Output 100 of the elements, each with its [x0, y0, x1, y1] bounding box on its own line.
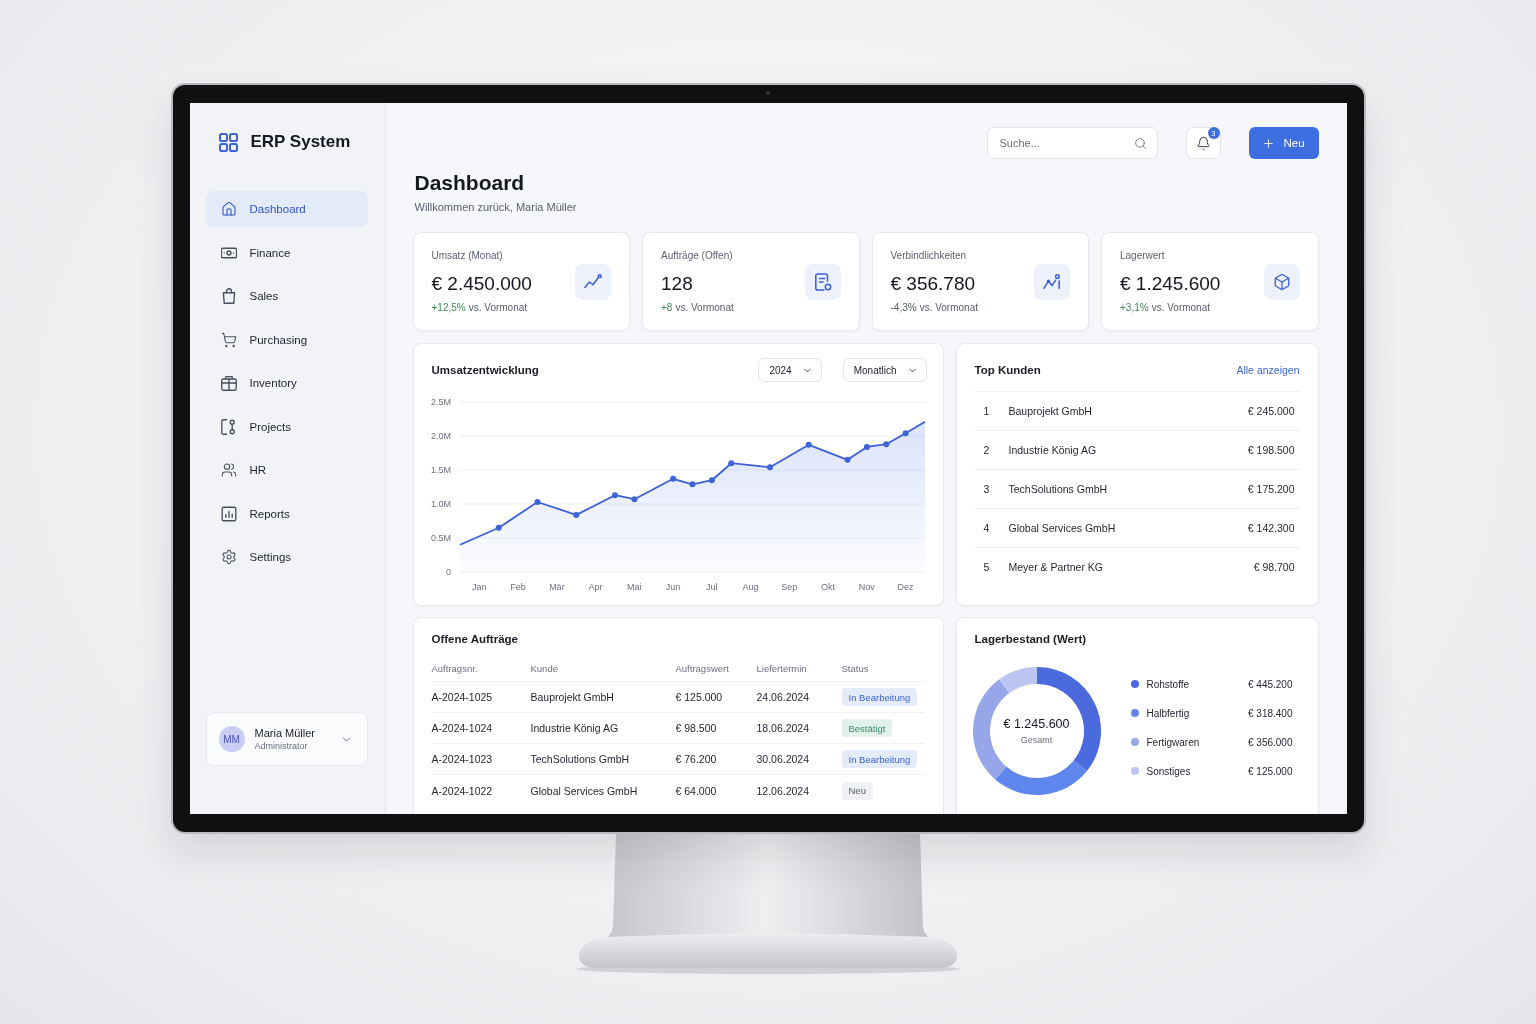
search-field[interactable]: Suche... — [986, 127, 1158, 159]
avatar: MM — [218, 726, 245, 752]
kpi-delta: +3,1% — [1120, 300, 1149, 315]
app-name: ERP System — [250, 132, 351, 152]
customer-value: € 198.500 — [1247, 444, 1295, 456]
nav-item[interactable]: Purchasing — [205, 321, 368, 358]
bell-icon — [1195, 135, 1211, 151]
nav-item[interactable]: Settings — [205, 539, 368, 575]
axis-label: Apr — [588, 582, 603, 592]
document-icon — [804, 263, 841, 300]
rank: 4 — [983, 522, 991, 534]
kpi-note: vs. Vormonat — [675, 300, 734, 315]
nav-item[interactable]: HR — [205, 452, 368, 488]
card-title: Umsatzentwicklung — [431, 363, 540, 377]
user-role: Administrator — [254, 741, 309, 751]
legend-value: € 318.400 — [1248, 707, 1293, 719]
axis-label: Jul — [705, 582, 718, 592]
nav-item[interactable]: Projects — [205, 408, 368, 445]
rank: 2 — [983, 444, 991, 456]
new-button[interactable]: Neu — [1248, 127, 1319, 159]
nav-item[interactable]: Reports — [205, 495, 368, 532]
kpi-delta: +12,5% — [431, 300, 466, 315]
table-cell: € 98.500 — [675, 713, 757, 744]
view-all-link[interactable]: Alle anzeigen — [1236, 364, 1300, 376]
data-point — [534, 498, 540, 505]
axis-label: Aug — [742, 582, 759, 592]
status-badge: Neu — [841, 781, 873, 800]
nav-item[interactable]: Finance — [205, 234, 368, 271]
data-point — [495, 524, 502, 531]
search-icon — [1133, 136, 1147, 150]
period-select[interactable]: Monatlich — [842, 358, 927, 382]
kpi-value: € 1.245.600 — [1120, 272, 1221, 295]
axis-label: Jun — [665, 582, 680, 592]
axis-label: Feb — [509, 582, 526, 592]
table-cell-text: A-2024-1022 — [431, 783, 494, 799]
nav-item[interactable]: Inventory — [205, 365, 368, 401]
axis-label: 2.0M — [430, 431, 451, 441]
customer-value: € 98.700 — [1253, 561, 1295, 573]
data-point — [708, 477, 715, 484]
cube-icon — [1263, 263, 1300, 300]
table-cell: TechSolutions GmbH — [530, 744, 676, 775]
data-point — [630, 496, 637, 503]
table-cell-text: € 64.000 — [675, 783, 718, 799]
page-subtitle: Willkommen zurück, Maria Müller — [414, 200, 578, 214]
kpi-note: vs. Vormonat — [1151, 300, 1210, 315]
table-cell: A-2024-1025 — [431, 682, 531, 713]
year-select[interactable]: 2024 — [758, 358, 822, 382]
axis-label: 1.0M — [430, 499, 451, 509]
briefcase-icon — [220, 375, 237, 391]
camera-icon — [766, 91, 770, 95]
kpi-label: Umsatz (Monat) — [431, 248, 504, 263]
data-point — [572, 511, 579, 518]
customer-name: TechSolutions GmbH — [1008, 483, 1109, 495]
customer-value: € 245.000 — [1247, 405, 1295, 417]
card-title: Lagerbestand (Wert) — [974, 632, 1088, 646]
axis-label: 0 — [445, 567, 451, 577]
axis-label: Jan — [471, 582, 487, 592]
data-point — [882, 441, 889, 448]
table-cell: € 76.200 — [675, 744, 757, 775]
table-cell: 24.06.2024 — [756, 682, 842, 713]
column-header: Liefertermin — [756, 656, 842, 682]
axis-label: Sep — [780, 582, 797, 592]
card-title: Offene Aufträge — [431, 632, 519, 646]
column-header: Auftragsnr. — [431, 656, 531, 682]
table-cell: Bauprojekt GmbH — [530, 682, 676, 713]
customer-value: € 142.300 — [1247, 522, 1295, 534]
customer-name: Industrie König AG — [1008, 444, 1098, 456]
legend-value: € 125.000 — [1248, 765, 1293, 777]
axis-label: 1.5M — [430, 465, 451, 475]
branch-icon — [220, 418, 237, 435]
column-header: Auftragswert — [675, 656, 757, 682]
kpi-note: vs. Vormonat — [468, 300, 528, 315]
status-badge: In Bearbeitung — [841, 750, 918, 768]
table-cell: A-2024-1024 — [431, 713, 531, 744]
rank: 3 — [983, 483, 991, 495]
kpi-value: € 356.780 — [890, 272, 977, 295]
axis-label: Nov — [858, 582, 875, 592]
page-title: Dashboard — [414, 170, 526, 196]
table-cell: 30.06.2024 — [756, 744, 842, 775]
cart-icon — [220, 331, 237, 348]
kpi-label: Aufträge (Offen) — [661, 248, 734, 263]
kpi-value: 128 — [661, 272, 694, 295]
logo-icon — [218, 132, 238, 152]
data-point — [689, 481, 695, 488]
customer-name: Bauprojekt GmbH — [1008, 405, 1093, 417]
card-title: Top Kunden — [974, 363, 1042, 377]
legend-label: Rohstoffe — [1146, 678, 1191, 690]
nav-item[interactable]: Sales — [205, 278, 368, 314]
data-point — [611, 492, 618, 499]
nav-item[interactable]: Dashboard — [205, 191, 368, 227]
data-point — [902, 430, 909, 437]
table-cell: A-2024-1023 — [431, 744, 531, 775]
trend-up-icon — [575, 263, 611, 300]
settings-icon — [220, 549, 237, 565]
axis-label: Mär — [548, 582, 565, 592]
rank: 1 — [983, 405, 991, 417]
data-point — [844, 456, 850, 463]
shopping-bag-icon — [220, 288, 237, 304]
data-point — [805, 441, 812, 448]
kpi-label: Lagerwert — [1120, 248, 1166, 263]
